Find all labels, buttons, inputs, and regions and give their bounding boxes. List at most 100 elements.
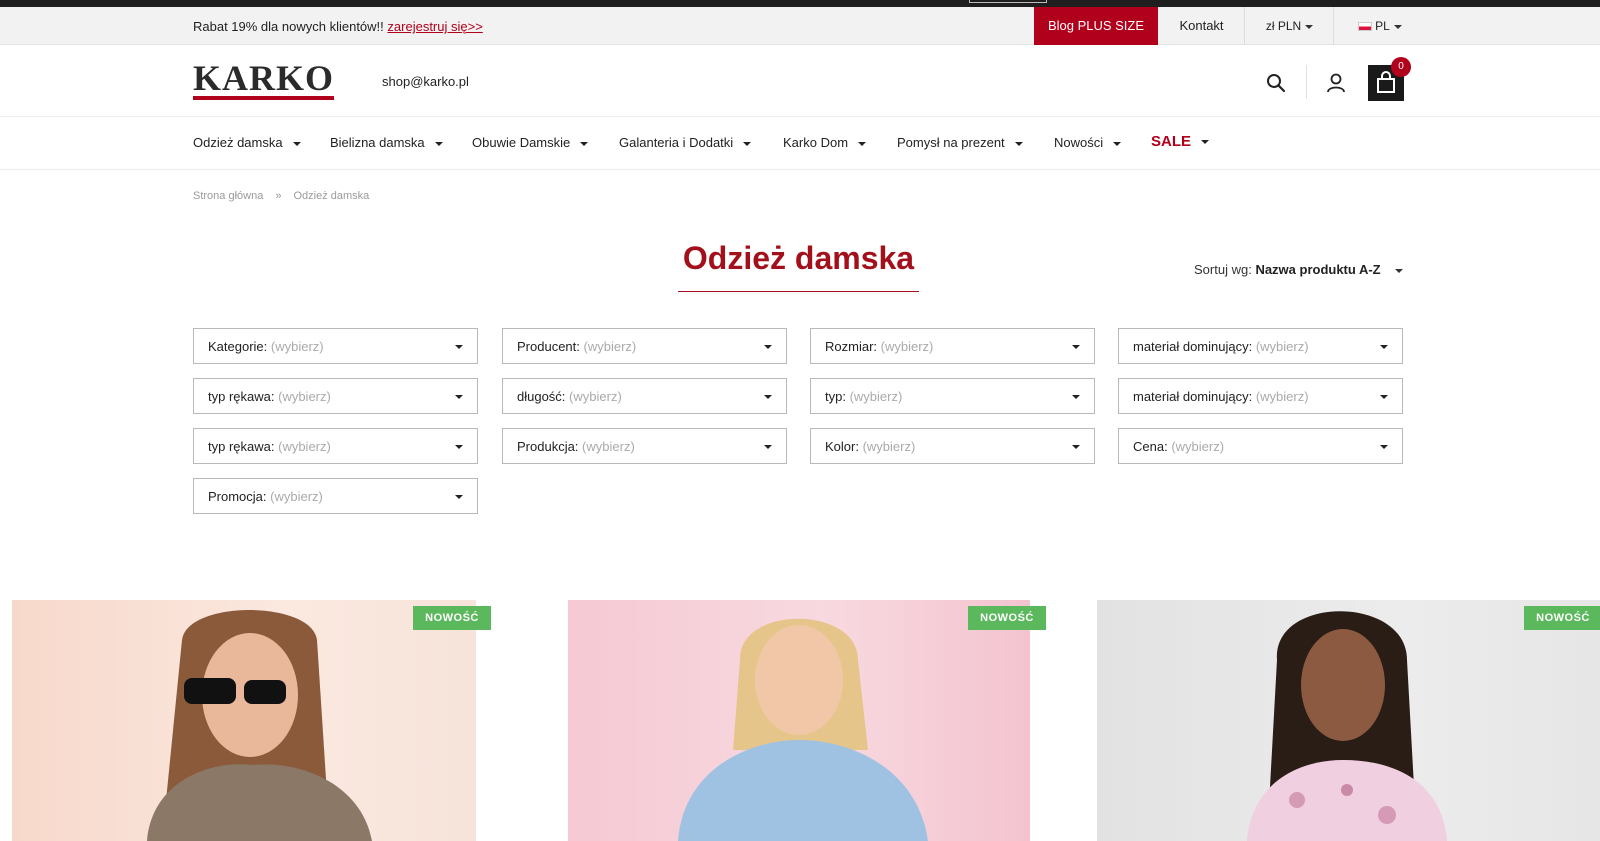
- filter-dlugosc[interactable]: długość: (wybierz): [502, 378, 787, 414]
- breadcrumb-current: Odzież damska: [293, 190, 370, 202]
- nav-item-label: Pomysł na prezent: [897, 135, 1005, 150]
- chevron-down-icon: [1072, 445, 1080, 449]
- chevron-down-icon: [1305, 24, 1314, 29]
- filter-placeholder: (wybierz): [862, 439, 916, 454]
- page-title: Odzież damska: [682, 240, 915, 276]
- new-badge: NOWOŚĆ: [1524, 606, 1600, 630]
- nav-item-nowosci[interactable]: Nowości: [1054, 135, 1122, 150]
- search-icon[interactable]: [1264, 71, 1288, 95]
- promo-bar: Rabat 19% dla nowych klientów!! zarejest…: [0, 7, 1600, 45]
- chevron-down-icon: [764, 345, 772, 349]
- chevron-down-icon: [764, 395, 772, 399]
- filter-placeholder: (wybierz): [270, 339, 324, 354]
- language-label: PL: [1375, 19, 1390, 33]
- product-photo: [147, 610, 372, 841]
- browser-top-strip: [0, 0, 1600, 7]
- nav-item-label: Galanteria i Dodatki: [619, 135, 734, 150]
- filter-label: Producent:: [517, 339, 580, 354]
- title-underline: [678, 291, 919, 292]
- user-account-icon[interactable]: [1324, 71, 1348, 95]
- blog-plus-size-link[interactable]: Blog PLUS SIZE: [1034, 7, 1158, 45]
- chevron-down-icon: [1072, 395, 1080, 399]
- filter-placeholder: (wybierz): [582, 439, 635, 454]
- filter-material-dominujacy[interactable]: materiał dominujący: (wybierz): [1118, 328, 1403, 364]
- filter-placeholder: (wybierz): [1171, 439, 1225, 454]
- logo-text: KARKO: [193, 58, 335, 98]
- chevron-down-icon: [1014, 141, 1023, 146]
- filter-rozmiar[interactable]: Rozmiar: (wybierz): [810, 328, 1095, 364]
- filter-label: Kategorie:: [208, 339, 268, 354]
- filter-label: Produkcja:: [517, 439, 579, 454]
- nav-item-label: Odzież damska: [193, 135, 283, 150]
- language-selector[interactable]: PL: [1335, 7, 1425, 45]
- filter-label: Rozmiar:: [825, 339, 878, 354]
- filter-placeholder: (wybierz): [569, 389, 622, 404]
- filter-typ-rekawa[interactable]: typ rękawa: (wybierz): [193, 378, 478, 414]
- filter-placeholder: (wybierz): [583, 339, 637, 354]
- promo-message: Rabat 19% dla nowych klientów!! zarejest…: [193, 19, 483, 34]
- nav-item-label: Karko Dom: [783, 135, 849, 150]
- filter-material-dominujacy-2[interactable]: materiał dominujący: (wybierz): [1118, 378, 1403, 414]
- sort-value: Nazwa produktu A-Z: [1255, 262, 1381, 277]
- chevron-down-icon: [1380, 345, 1388, 349]
- main-navigation: Odzież damska Bielizna damska Obuwie Dam…: [0, 118, 1600, 170]
- filter-placeholder: (wybierz): [1255, 339, 1309, 354]
- sort-dropdown[interactable]: Sortuj wg: Nazwa produktu A-Z: [1194, 262, 1403, 277]
- chevron-down-icon: [1393, 24, 1402, 29]
- nav-item-galanteria[interactable]: Galanteria i Dodatki: [619, 135, 752, 150]
- chevron-down-icon: [455, 495, 463, 499]
- chevron-down-icon: [580, 141, 589, 146]
- filter-placeholder: (wybierz): [270, 489, 323, 504]
- chevron-down-icon: [1394, 268, 1403, 273]
- chevron-down-icon: [764, 445, 772, 449]
- shop-email[interactable]: shop@karko.pl: [382, 74, 469, 89]
- nav-item-obuwie-damskie[interactable]: Obuwie Damskie: [472, 135, 589, 150]
- filter-promocja[interactable]: Promocja: (wybierz): [193, 478, 478, 514]
- nav-item-pomysl-na-prezent[interactable]: Pomysł na prezent: [897, 135, 1023, 150]
- product-card[interactable]: [568, 600, 1030, 841]
- filter-kategorie[interactable]: Kategorie: (wybierz): [193, 328, 478, 364]
- chevron-down-icon: [1113, 141, 1122, 146]
- filter-produkcja[interactable]: Produkcja: (wybierz): [502, 428, 787, 464]
- product-card[interactable]: [12, 600, 476, 841]
- karko-logo[interactable]: KARKO: [193, 58, 335, 101]
- filter-producent[interactable]: Producent: (wybierz): [502, 328, 787, 364]
- chevron-down-icon: [292, 141, 301, 146]
- promo-text: Rabat 19% dla nowych klientów!!: [193, 19, 384, 34]
- filter-typ[interactable]: typ: (wybierz): [810, 378, 1095, 414]
- product-photo: [678, 618, 928, 841]
- chevron-down-icon: [455, 445, 463, 449]
- chevron-down-icon: [455, 395, 463, 399]
- product-card[interactable]: [1097, 600, 1600, 841]
- breadcrumb-separator: »: [275, 190, 282, 202]
- nav-item-bielizna-damska[interactable]: Bielizna damska: [330, 135, 443, 150]
- nav-item-label: Obuwie Damskie: [472, 135, 571, 150]
- poland-flag-icon: [1358, 22, 1373, 32]
- currency-selector[interactable]: zł PLN: [1246, 7, 1334, 45]
- filter-label: materiał dominujący:: [1133, 339, 1253, 354]
- header-divider: [1306, 65, 1307, 99]
- filter-placeholder: (wybierz): [849, 389, 903, 404]
- filter-kolor[interactable]: Kolor: (wybierz): [810, 428, 1095, 464]
- chevron-down-icon: [434, 141, 443, 146]
- filter-label: Promocja:: [208, 489, 267, 504]
- chevron-down-icon: [1072, 345, 1080, 349]
- chevron-down-icon: [743, 141, 752, 146]
- filter-placeholder: (wybierz): [278, 389, 331, 404]
- currency-label: zł PLN: [1265, 19, 1302, 33]
- nav-item-sale[interactable]: SALE: [1151, 133, 1210, 150]
- filter-typ-rekawa-2[interactable]: typ rękawa: (wybierz): [193, 428, 478, 464]
- sort-prefix: Sortuj wg:: [1194, 262, 1252, 277]
- nav-item-odziez-damska[interactable]: Odzież damska: [193, 135, 301, 150]
- filter-label: Kolor:: [825, 439, 859, 454]
- new-badge: NOWOŚĆ: [968, 606, 1046, 630]
- register-link[interactable]: zarejestruj się>>: [387, 19, 482, 34]
- filter-cena[interactable]: Cena: (wybierz): [1118, 428, 1403, 464]
- nav-item-karko-dom[interactable]: Karko Dom: [783, 135, 867, 150]
- filter-label: materiał dominujący:: [1133, 389, 1253, 404]
- filter-label: typ:: [825, 389, 846, 404]
- filter-placeholder: (wybierz): [880, 339, 934, 354]
- contact-link[interactable]: Kontakt: [1159, 7, 1245, 45]
- breadcrumb-home[interactable]: Strona główna: [193, 190, 263, 202]
- chevron-down-icon: [858, 141, 867, 146]
